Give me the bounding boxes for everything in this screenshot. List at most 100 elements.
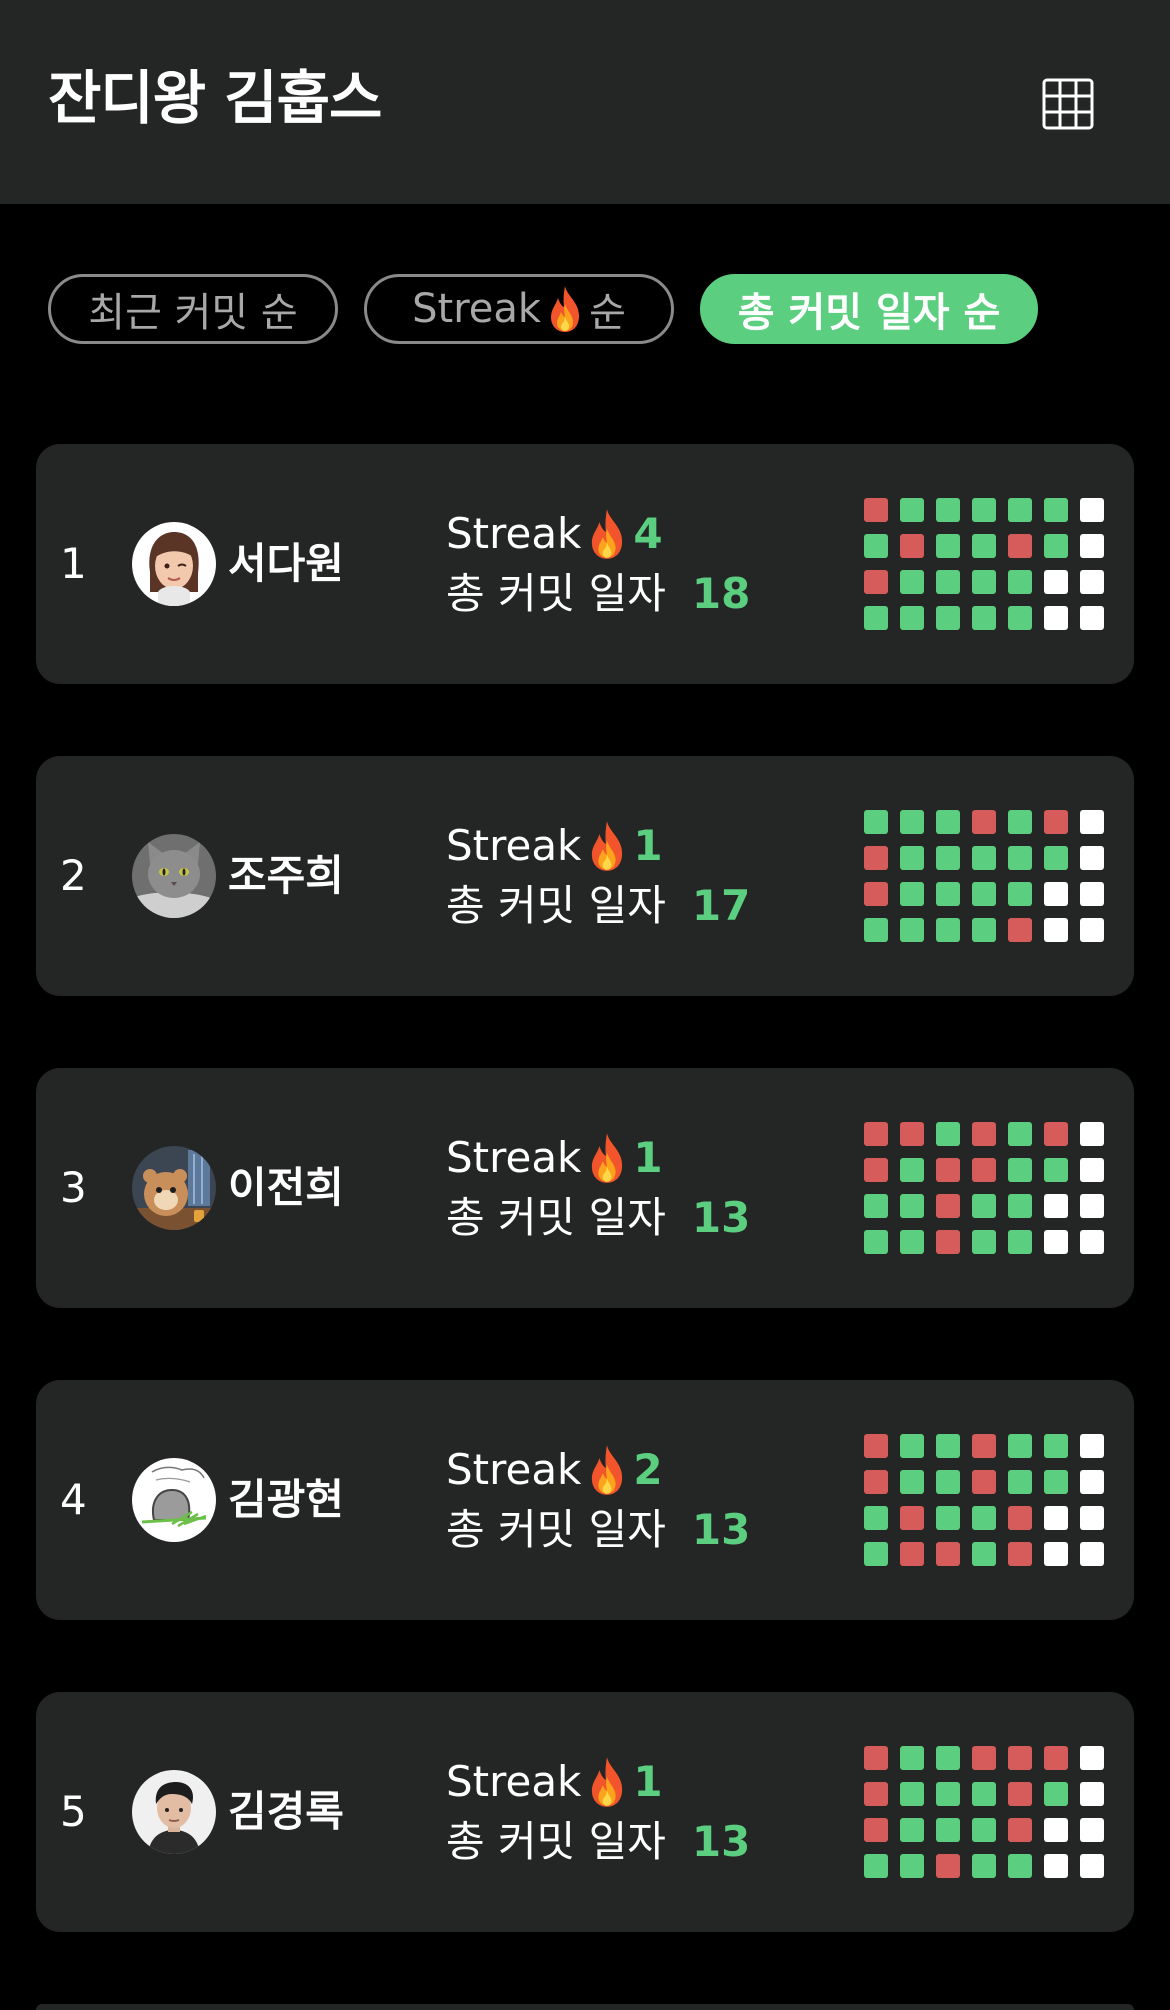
contribution-cell (972, 498, 996, 522)
contribution-cell (864, 570, 888, 594)
contribution-cell (972, 918, 996, 942)
app-title: 잔디왕 김훕스 (48, 64, 382, 132)
rank-number: 3 (60, 1163, 87, 1212)
user-name: 김광현 (228, 1475, 344, 1524)
contribution-cell (1008, 1434, 1032, 1458)
rank-number: 2 (60, 851, 87, 900)
contribution-cell (1044, 1782, 1068, 1806)
contribution-cell (900, 846, 924, 870)
contribution-cell (1044, 1434, 1068, 1458)
contribution-cell (972, 1470, 996, 1494)
contribution-cell (900, 1854, 924, 1878)
contribution-cell (1044, 1854, 1068, 1878)
contribution-cell (1044, 1542, 1068, 1566)
contribution-cell (972, 1230, 996, 1254)
contribution-cell (864, 810, 888, 834)
streak-line: Streak 1 (446, 1752, 663, 1812)
contribution-cell (1080, 534, 1104, 558)
contribution-cell (936, 918, 960, 942)
streak-value: 1 (633, 1757, 663, 1806)
user-name: 조주희 (228, 851, 344, 900)
contribution-cell (1008, 1854, 1032, 1878)
contribution-grid (864, 810, 1124, 950)
fire-icon (585, 1131, 629, 1185)
contribution-cell (972, 1434, 996, 1458)
contribution-cell (864, 918, 888, 942)
contribution-cell (1080, 1434, 1104, 1458)
contribution-cell (1044, 882, 1068, 906)
grid-icon[interactable] (1040, 76, 1096, 132)
contribution-cell (1080, 1194, 1104, 1218)
rank-number: 5 (60, 1787, 87, 1836)
contribution-cell (1044, 1470, 1068, 1494)
contribution-cell (1080, 498, 1104, 522)
contribution-cell (864, 606, 888, 630)
total-value: 13 (691, 1817, 751, 1866)
contribution-cell (1008, 1818, 1032, 1842)
contribution-cell (900, 1542, 924, 1566)
total-line: 총 커밋 일자 18 (446, 564, 750, 624)
contribution-cell (936, 606, 960, 630)
contribution-cell (936, 810, 960, 834)
contribution-cell (1044, 534, 1068, 558)
contribution-cell (936, 882, 960, 906)
rank-number: 4 (60, 1475, 87, 1524)
contribution-grid (864, 1434, 1124, 1574)
contribution-cell (1044, 606, 1068, 630)
contribution-cell (900, 1434, 924, 1458)
streak-value: 1 (633, 821, 663, 870)
contribution-cell (1008, 1470, 1032, 1494)
contribution-cell (900, 1158, 924, 1182)
contribution-cell (1044, 1746, 1068, 1770)
contribution-cell (972, 1506, 996, 1530)
contribution-cell (972, 570, 996, 594)
streak-label: Streak (446, 1133, 582, 1182)
user-card-partial[interactable] (36, 2004, 1134, 2010)
contribution-cell (900, 1818, 924, 1842)
streak-label: Streak (446, 1757, 582, 1806)
total-label: 총 커밋 일자 (446, 881, 666, 930)
contribution-cell (1008, 1158, 1032, 1182)
contribution-cell (1080, 1542, 1104, 1566)
contribution-cell (936, 1122, 960, 1146)
contribution-cell (1008, 1194, 1032, 1218)
contribution-cell (936, 1230, 960, 1254)
contribution-cell (972, 1782, 996, 1806)
sort-recent-label: 최근 커밋 순 (88, 290, 298, 336)
user-card[interactable]: 3 이전희 Streak 1 총 커밋 일자 13 (36, 1068, 1134, 1308)
memoji-avatar (132, 522, 216, 606)
contribution-cell (1008, 1230, 1032, 1254)
sort-streak-button[interactable]: Streak 순 (364, 274, 674, 344)
person-avatar (132, 1770, 216, 1854)
user-name: 서다원 (228, 539, 344, 588)
contribution-cell (1008, 918, 1032, 942)
user-card[interactable]: 5 김경록 Streak 1 총 커밋 일자 13 (36, 1692, 1134, 1932)
contribution-cell (1044, 846, 1068, 870)
app-header: 잔디왕 김훕스 (0, 0, 1170, 204)
contribution-cell (900, 534, 924, 558)
contribution-cell (1080, 1470, 1104, 1494)
contribution-cell (972, 1542, 996, 1566)
contribution-cell (936, 846, 960, 870)
contribution-cell (864, 1506, 888, 1530)
total-value: 13 (691, 1505, 751, 1554)
total-value: 18 (691, 569, 751, 618)
contribution-cell (864, 1782, 888, 1806)
contribution-cell (900, 1782, 924, 1806)
streak-line: Streak 1 (446, 816, 663, 876)
contribution-cell (1008, 606, 1032, 630)
fire-icon (585, 1755, 629, 1809)
contribution-cell (1044, 1506, 1068, 1530)
contribution-cell (1044, 570, 1068, 594)
total-value: 13 (691, 1193, 751, 1242)
user-card[interactable]: 4 김광현 Streak 2 총 커밋 일자 13 (36, 1380, 1134, 1620)
contribution-cell (1008, 882, 1032, 906)
total-label: 총 커밋 일자 (446, 1817, 666, 1866)
user-card[interactable]: 2 조주희 Streak 1 총 커밋 일자 17 (36, 756, 1134, 996)
contribution-cell (900, 1506, 924, 1530)
contribution-cell (972, 1818, 996, 1842)
sort-total-button[interactable]: 총 커밋 일자 순 (700, 274, 1038, 344)
user-card[interactable]: 1 서다원 Streak 4 총 커밋 일자 18 (36, 444, 1134, 684)
sort-recent-button[interactable]: 최근 커밋 순 (48, 274, 338, 344)
contribution-cell (1008, 810, 1032, 834)
